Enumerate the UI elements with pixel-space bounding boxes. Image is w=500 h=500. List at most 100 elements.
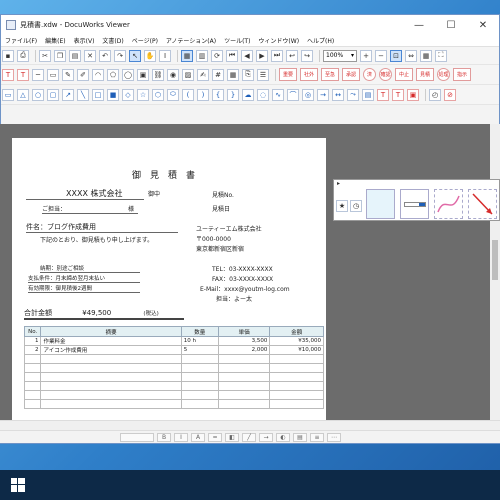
redo-icon[interactable]: ↷: [114, 49, 126, 62]
layer-icon[interactable]: ▤: [293, 432, 307, 442]
close-button[interactable]: ✕: [467, 15, 499, 35]
freeform-icon[interactable]: ∿: [272, 88, 284, 101]
text-select-icon[interactable]: I: [159, 49, 171, 62]
polygon-icon[interactable]: ⬠: [107, 68, 119, 81]
clock-icon[interactable]: ◷: [350, 200, 362, 212]
text-fill-icon[interactable]: ▣: [407, 88, 419, 101]
palette-item-arrow[interactable]: [468, 189, 497, 219]
shape-rect-icon[interactable]: ▭: [2, 88, 14, 101]
shape-star-icon[interactable]: ☆: [137, 88, 149, 101]
shape-hex-icon[interactable]: ⬡: [152, 88, 164, 101]
italic-icon[interactable]: I: [174, 432, 188, 442]
shape-diamond-icon[interactable]: ◇: [122, 88, 134, 101]
copy-icon[interactable]: ❐: [54, 49, 66, 62]
balloon-icon[interactable]: ◎: [302, 88, 314, 101]
shape-arrow-icon[interactable]: ↗: [62, 88, 74, 101]
align-icon[interactable]: ≡: [310, 432, 324, 442]
rect-icon[interactable]: ▭: [47, 68, 59, 81]
highlight-icon[interactable]: ▤: [362, 88, 374, 101]
save-icon[interactable]: ▪: [2, 49, 14, 62]
line-icon[interactable]: ─: [32, 68, 44, 81]
shape-fill-icon[interactable]: ■: [107, 88, 119, 101]
signature-icon[interactable]: ✍: [197, 68, 209, 81]
palette-item-bar[interactable]: [400, 189, 429, 219]
connector-icon[interactable]: ⤳: [347, 88, 359, 101]
stamp-instruction[interactable]: 指示: [453, 68, 471, 81]
star-icon[interactable]: ★: [336, 200, 348, 212]
paste-icon[interactable]: ▤: [69, 49, 81, 62]
prohibit-icon[interactable]: ⊘: [444, 88, 456, 101]
maximize-button[interactable]: ☐: [435, 15, 467, 35]
timer-icon[interactable]: ◴: [429, 88, 441, 101]
menu-tools[interactable]: ツール(T): [220, 36, 254, 45]
menu-document[interactable]: 文書(D): [98, 36, 127, 45]
menu-file[interactable]: ファイル(F): [1, 36, 41, 45]
zoom-out-icon[interactable]: −: [375, 49, 387, 62]
grid-icon[interactable]: ▦: [420, 49, 432, 62]
back-icon[interactable]: ↩: [286, 49, 298, 62]
windows-start-icon[interactable]: [6, 473, 30, 497]
stamp-processed[interactable]: 処理: [437, 68, 450, 81]
brace-left-icon[interactable]: {: [212, 88, 224, 101]
vertical-scroll-thumb[interactable]: [492, 240, 498, 280]
page-number-icon[interactable]: #: [212, 68, 224, 81]
fill-color-icon[interactable]: ◧: [225, 432, 239, 442]
minimize-button[interactable]: —: [403, 15, 435, 35]
menu-help[interactable]: ヘルプ(H): [303, 36, 338, 45]
text-color-icon[interactable]: A: [191, 432, 205, 442]
cloud-icon[interactable]: ☁: [242, 88, 254, 101]
sticky-note-icon[interactable]: ▣: [137, 68, 149, 81]
select-tool-icon[interactable]: ↖: [129, 49, 141, 62]
pen-icon[interactable]: ✐: [77, 68, 89, 81]
text-red-2-icon[interactable]: T: [392, 88, 404, 101]
shape-triangle-icon[interactable]: △: [17, 88, 29, 101]
shape-box-icon[interactable]: □: [92, 88, 104, 101]
text-red-icon[interactable]: T: [377, 88, 389, 101]
stamp-estimate[interactable]: 見積: [416, 68, 434, 81]
bracket-right-icon[interactable]: ): [197, 88, 209, 101]
line-color-icon[interactable]: ╱: [242, 432, 256, 442]
shape-rounded-icon[interactable]: ▢: [47, 88, 59, 101]
more-icon[interactable]: ⋯: [327, 432, 341, 442]
palette-item-fill[interactable]: [366, 189, 395, 219]
font-select[interactable]: [120, 432, 154, 442]
last-page-icon[interactable]: ⏭: [271, 49, 283, 62]
page-view-icon[interactable]: ▦: [181, 49, 193, 62]
hand-tool-icon[interactable]: ✋: [144, 49, 156, 62]
link-icon[interactable]: ⛓: [152, 68, 164, 81]
forward-icon[interactable]: ↪: [301, 49, 313, 62]
annotation-props-icon[interactable]: ☰: [257, 68, 269, 81]
stamp-done[interactable]: 済: [363, 68, 376, 81]
zoom-select[interactable]: 100%: [323, 49, 357, 62]
delete-icon[interactable]: ✕: [84, 49, 96, 62]
arrow-style-icon[interactable]: →: [259, 432, 273, 442]
text-box-icon[interactable]: T: [17, 68, 29, 81]
cut-icon[interactable]: ✂: [39, 49, 51, 62]
shape-circle-icon[interactable]: ○: [32, 88, 44, 101]
text-annotation-icon[interactable]: T: [2, 68, 14, 81]
date-stamp-icon[interactable]: ▦: [227, 68, 239, 81]
ellipse-icon[interactable]: ◯: [122, 68, 134, 81]
menu-view[interactable]: 表示(V): [70, 36, 99, 45]
next-page-icon[interactable]: ▶: [256, 49, 268, 62]
full-screen-icon[interactable]: ⛶: [435, 49, 447, 62]
zoom-in-icon[interactable]: +: [360, 49, 372, 62]
arrow-line-icon[interactable]: →: [317, 88, 329, 101]
brace-right-icon[interactable]: }: [227, 88, 239, 101]
first-page-icon[interactable]: ⏮: [226, 49, 238, 62]
prev-page-icon[interactable]: ◀: [241, 49, 253, 62]
palette-item-curve[interactable]: [434, 189, 463, 219]
horizontal-scrollbar[interactable]: [0, 420, 500, 430]
stamp-confirm[interactable]: 確認: [379, 68, 392, 81]
opacity-icon[interactable]: ◐: [276, 432, 290, 442]
stamp-urgent[interactable]: 至急: [321, 68, 339, 81]
callout-icon[interactable]: ◌: [257, 88, 269, 101]
curve-icon[interactable]: ⌒: [287, 88, 299, 101]
stamp-approved[interactable]: 承認: [342, 68, 360, 81]
menu-window[interactable]: ウィンドウ(W): [254, 36, 303, 45]
arc-icon[interactable]: ◠: [92, 68, 104, 81]
marker-icon[interactable]: ✎: [62, 68, 74, 81]
print-icon[interactable]: ⎙: [17, 49, 29, 62]
stamp-external[interactable]: 社外: [300, 68, 318, 81]
bracket-left-icon[interactable]: (: [182, 88, 194, 101]
